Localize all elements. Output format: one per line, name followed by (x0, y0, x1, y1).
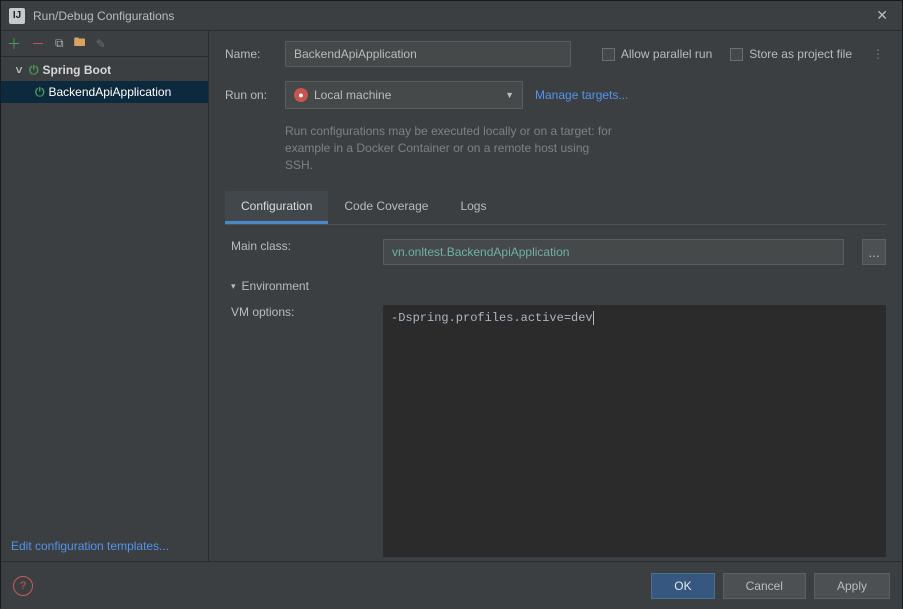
configuration-form: Main class: ... ▾ Environment VM options… (225, 225, 886, 561)
tab-configuration[interactable]: Configuration (225, 191, 328, 224)
titlebar: IJ Run/Debug Configurations ✕ (1, 1, 902, 31)
config-tree: ˅ ⏻ Spring Boot ⏻ BackendApiApplication (1, 57, 208, 531)
vm-options-label: VM options: (231, 305, 371, 319)
apply-button[interactable]: Apply (814, 573, 890, 599)
chevron-down-icon: ▾ (231, 281, 236, 292)
tree-item-app[interactable]: ⏻ BackendApiApplication (1, 81, 208, 103)
main-area: ＋ － ⧉ 🖿 ✎ ˅ ⏻ Spring Boot ⏻ BackendApiAp… (1, 31, 902, 561)
help-icon[interactable]: ? (13, 576, 33, 596)
add-icon[interactable]: ＋ (7, 34, 21, 54)
name-input[interactable] (285, 41, 571, 67)
environment-section-header[interactable]: ▾ Environment (231, 279, 886, 293)
remove-icon[interactable]: － (31, 34, 45, 54)
tabs: Configuration Code Coverage Logs (225, 191, 886, 225)
tab-logs[interactable]: Logs (444, 191, 502, 224)
run-on-value: Local machine (314, 88, 391, 102)
edit-templates-link[interactable]: Edit configuration templates... (1, 531, 208, 561)
tree-group-spring-boot[interactable]: ˅ ⏻ Spring Boot (1, 59, 208, 81)
content-panel: Name: Allow parallel run Store as projec… (209, 31, 902, 561)
cancel-button[interactable]: Cancel (723, 573, 806, 599)
folder-icon[interactable]: 🖿 (74, 33, 86, 54)
run-on-help: Run configurations may be executed local… (285, 123, 615, 173)
run-on-dropdown[interactable]: ● Local machine ▼ (285, 81, 523, 109)
tree-group-label: Spring Boot (43, 63, 112, 77)
window-title: Run/Debug Configurations (33, 9, 870, 23)
checkbox-box (602, 48, 615, 61)
wand-icon[interactable]: ✎ (96, 37, 106, 51)
ok-button[interactable]: OK (651, 573, 714, 599)
expand-icon: ˅ (13, 63, 25, 77)
run-on-label: Run on: (225, 88, 273, 102)
app-icon: IJ (9, 8, 25, 24)
close-icon[interactable]: ✕ (870, 5, 894, 26)
sidebar: ＋ － ⧉ 🖿 ✎ ˅ ⏻ Spring Boot ⏻ BackendApiAp… (1, 31, 209, 561)
chevron-down-icon: ▼ (505, 90, 514, 100)
power-icon: ⏻ (29, 63, 39, 78)
tab-code-coverage[interactable]: Code Coverage (328, 191, 444, 224)
copy-icon[interactable]: ⧉ (55, 36, 64, 51)
main-class-label: Main class: (231, 239, 371, 253)
local-machine-icon: ● (294, 88, 308, 102)
vm-options-input[interactable]: -Dspring.profiles.active=dev​ (383, 305, 886, 557)
browse-main-class-button[interactable]: ... (862, 239, 886, 265)
store-project-label: Store as project file (749, 47, 852, 61)
main-class-input[interactable] (383, 239, 844, 265)
store-project-checkbox[interactable]: Store as project file (730, 47, 852, 61)
manage-targets-link[interactable]: Manage targets... (535, 88, 628, 102)
more-icon[interactable]: ⋮ (870, 47, 886, 61)
checkbox-box (730, 48, 743, 61)
allow-parallel-checkbox[interactable]: Allow parallel run (602, 47, 712, 61)
allow-parallel-label: Allow parallel run (621, 47, 712, 61)
tree-item-label: BackendApiApplication (49, 85, 172, 99)
power-icon: ⏻ (35, 85, 45, 100)
sidebar-toolbar: ＋ － ⧉ 🖿 ✎ (1, 31, 208, 57)
name-label: Name: (225, 47, 273, 61)
footer: ? OK Cancel Apply (1, 561, 902, 609)
environment-label: Environment (242, 279, 309, 293)
